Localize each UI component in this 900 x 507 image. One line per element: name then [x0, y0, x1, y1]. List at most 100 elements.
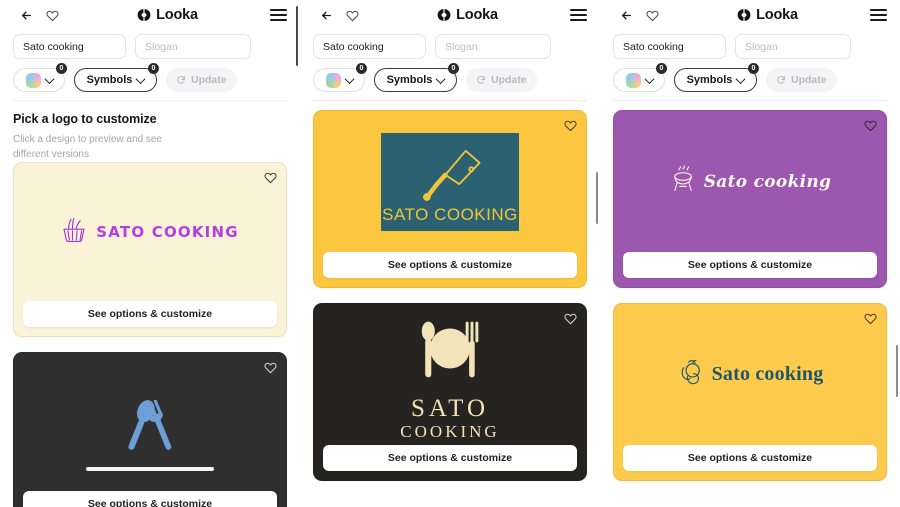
logo-card-list: Sato cooking See options & customize Sat…	[600, 101, 900, 481]
refresh-icon	[776, 75, 786, 85]
brand-name: Looka	[456, 7, 498, 23]
see-options-button[interactable]: See options & customize	[23, 301, 277, 327]
logo-wordmark: Sato cooking	[711, 363, 824, 385]
looka-swirl-icon	[437, 8, 451, 22]
logo-lockup: Sato cooking	[677, 357, 824, 392]
spoon-plate-fork-icon	[410, 317, 490, 392]
three-panel-screenshot-strip: Looka Sato cooking Slogan 0 Symbols 0 Up…	[0, 0, 900, 507]
see-options-button[interactable]: See options & customize	[23, 491, 277, 507]
logo-card-grill-purple[interactable]: Sato cooking See options & customize	[613, 110, 887, 288]
app-panel: Looka Sato cooking Slogan 0 Symbols 0 Up…	[600, 0, 900, 507]
logo-underline-rule	[86, 466, 214, 471]
back-arrow-icon[interactable]	[313, 9, 339, 22]
business-name-value: Sato cooking	[623, 40, 684, 53]
update-label: Update	[191, 74, 227, 86]
logo-lockup: SATO COOKING	[61, 216, 238, 249]
favorite-heart-icon[interactable]	[864, 119, 877, 137]
business-name-input[interactable]: Sato cooking	[613, 34, 726, 59]
page-title: Pick a logo to customize	[13, 112, 157, 126]
hamburger-menu-icon[interactable]	[870, 9, 887, 21]
chevron-down-icon	[344, 73, 354, 84]
back-arrow-icon[interactable]	[13, 9, 39, 22]
see-options-button[interactable]: See options & customize	[623, 252, 877, 278]
colors-filter-button[interactable]: 0	[313, 63, 367, 92]
brand-logo: Looka	[665, 7, 870, 23]
slogan-input[interactable]: Slogan	[435, 34, 551, 59]
crossed-spoon-fork-icon	[119, 398, 181, 463]
app-panel: Looka Sato cooking Slogan 0 Symbols 0 Up…	[300, 0, 600, 507]
logo-controls-bar: Sato cooking Slogan 0 Symbols 0 Update	[0, 30, 300, 101]
refresh-icon	[176, 75, 186, 85]
favorite-heart-icon[interactable]	[564, 312, 577, 330]
update-button[interactable]: Update	[766, 68, 837, 92]
app-header: Looka	[600, 0, 900, 30]
business-name-input[interactable]: Sato cooking	[313, 34, 426, 59]
back-arrow-icon[interactable]	[613, 9, 639, 22]
slogan-input[interactable]: Slogan	[735, 34, 851, 59]
app-header: Looka	[300, 0, 600, 30]
panel-scroll-content: Looka Sato cooking Slogan 0 Symbols 0 Up…	[300, 0, 600, 496]
text-fields-row: Sato cooking Slogan	[13, 34, 287, 59]
business-name-input[interactable]: Sato cooking	[13, 34, 126, 59]
symbols-count-badge: 0	[448, 63, 459, 74]
favorite-heart-icon[interactable]	[564, 119, 577, 137]
logo-card-spoon-fork-dark[interactable]: See options & customize	[13, 352, 287, 507]
logo-wordmark: Sato cooking	[703, 171, 832, 192]
symbols-count-badge: 0	[748, 63, 759, 74]
chevron-down-icon	[735, 73, 746, 84]
update-button[interactable]: Update	[466, 68, 537, 92]
symbols-count-badge: 0	[148, 63, 159, 74]
symbols-filter-button[interactable]: Symbols 0	[374, 63, 459, 92]
update-button[interactable]: Update	[166, 68, 237, 92]
vertical-scrollbar[interactable]	[295, 6, 298, 66]
favorites-heart-icon[interactable]	[39, 9, 65, 22]
color-gradient-swatch-icon	[325, 72, 341, 88]
hamburger-menu-icon[interactable]	[270, 9, 287, 21]
app-header: Looka	[0, 0, 300, 30]
bbq-grill-icon	[669, 164, 697, 199]
logo-card-basket-purple[interactable]: SATO COOKING See options & customize	[13, 162, 287, 337]
symbols-filter-button[interactable]: Symbols 0	[674, 63, 759, 92]
favorite-heart-icon[interactable]	[264, 171, 277, 189]
logo-card-plate-serif-dark[interactable]: SATO COOKING See options & customize	[313, 303, 587, 481]
see-options-button[interactable]: See options & customize	[323, 445, 577, 471]
logo-card-cleaver-teal[interactable]: SATO COOKING See options & customize	[313, 110, 587, 288]
basket-of-vegetables-icon	[61, 216, 87, 249]
chevron-down-icon	[644, 73, 654, 84]
meat-cleaver-icon	[422, 149, 481, 201]
logo-preview: SATO COOKING	[14, 163, 286, 301]
logo-wordmark: SATO COOKING	[400, 396, 499, 444]
favorites-heart-icon[interactable]	[339, 9, 365, 22]
favorites-heart-icon[interactable]	[639, 9, 665, 22]
logo-lockup: Sato cooking	[669, 164, 832, 199]
vertical-scrollbar[interactable]	[595, 172, 598, 224]
colors-filter-button[interactable]: 0	[613, 63, 667, 92]
looka-swirl-icon	[737, 8, 751, 22]
see-options-button[interactable]: See options & customize	[323, 252, 577, 278]
fruit-apple-pear-icon	[677, 357, 705, 392]
hamburger-menu-icon[interactable]	[570, 9, 587, 21]
brand-logo: Looka	[65, 7, 270, 23]
slogan-input[interactable]: Slogan	[135, 34, 251, 59]
favorite-heart-icon[interactable]	[864, 312, 877, 330]
see-options-button[interactable]: See options & customize	[623, 445, 877, 471]
business-name-value: Sato cooking	[323, 40, 384, 53]
symbols-filter-button[interactable]: Symbols 0	[74, 63, 159, 92]
slogan-placeholder: Slogan	[445, 40, 478, 53]
favorite-heart-icon[interactable]	[264, 361, 277, 379]
controls-divider	[13, 100, 287, 101]
controls-divider	[313, 100, 587, 101]
logo-frame: SATO COOKING	[381, 132, 519, 231]
logo-preview: SATO COOKING	[314, 304, 586, 445]
colors-filter-button[interactable]: 0	[13, 63, 67, 92]
app-panel: Looka Sato cooking Slogan 0 Symbols 0 Up…	[0, 0, 300, 507]
update-label: Update	[491, 74, 527, 86]
brand-name: Looka	[156, 7, 198, 23]
filters-row: 0 Symbols 0 Update	[13, 63, 287, 92]
logo-card-fruit-yellow[interactable]: Sato cooking See options & customize	[613, 303, 887, 481]
logo-preview: Sato cooking	[614, 304, 886, 445]
logo-wordmark: SATO COOKING	[382, 204, 518, 224]
panel-scroll-content: Looka Sato cooking Slogan 0 Symbols 0 Up…	[0, 0, 300, 507]
vertical-scrollbar[interactable]	[895, 345, 898, 397]
logo-controls-bar: Sato cooking Slogan 0 Symbols 0 Update	[300, 30, 600, 101]
